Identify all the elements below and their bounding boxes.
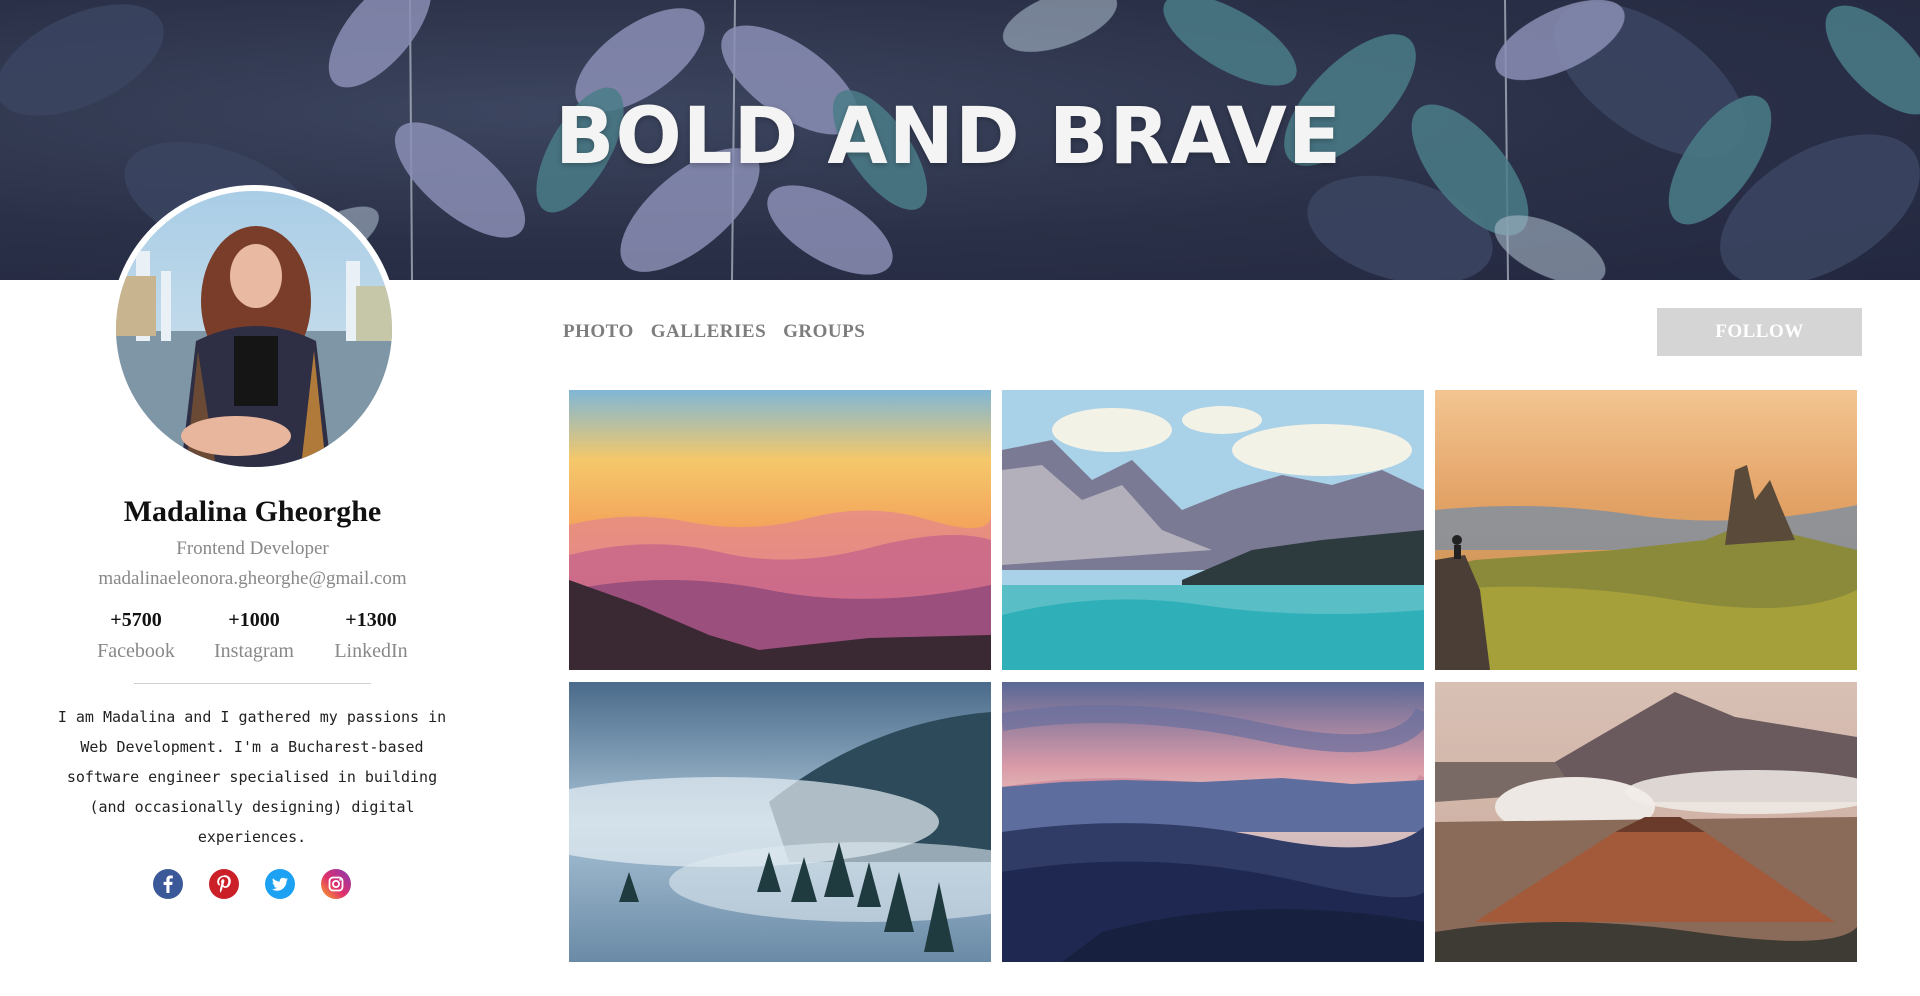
bio: I am Madalina and I gathered my passions… xyxy=(52,702,452,852)
stat-instagram: +1000 Instagram xyxy=(194,605,314,667)
bio-line: experiences. xyxy=(197,828,307,846)
profile-role: Frontend Developer xyxy=(176,538,329,559)
stat-label: Facebook xyxy=(97,640,175,662)
tab-galleries[interactable]: GALLERIES xyxy=(651,320,766,344)
social-links xyxy=(0,869,505,899)
profile-card: Madalina Gheorghe Frontend Developer mad… xyxy=(0,490,505,594)
stat-value: +5700 xyxy=(110,609,162,631)
profile-email[interactable]: madalinaeleonora.gheorghe@gmail.com xyxy=(0,564,505,594)
instagram-icon[interactable] xyxy=(321,869,351,899)
profile-tabs: PHOTO GALLERIES GROUPS xyxy=(563,320,882,350)
profile-name: Madalina Gheorghe xyxy=(123,495,382,528)
bio-line: (and occasionally designing) digital xyxy=(89,798,415,816)
bio-line: Web Development. I'm a Bucharest-based xyxy=(80,738,424,756)
stat-value: +1000 xyxy=(228,609,280,631)
pinterest-icon[interactable] xyxy=(209,869,239,899)
follow-button[interactable]: FOLLOW xyxy=(1657,308,1862,356)
stat-linkedin: +1300 LinkedIn xyxy=(311,605,431,667)
stat-label: LinkedIn xyxy=(334,640,408,662)
avatar-photo xyxy=(116,191,392,467)
gallery-photo-sunset-mountains[interactable] xyxy=(569,390,991,670)
gallery-photo-mountain-lake[interactable] xyxy=(1002,390,1424,670)
stat-value: +1300 xyxy=(345,609,397,631)
gallery-photo-foggy-forest[interactable] xyxy=(569,682,991,962)
twitter-icon[interactable] xyxy=(265,869,295,899)
tab-groups[interactable]: GROUPS xyxy=(783,320,865,344)
gallery-photo-volcano[interactable] xyxy=(1435,682,1857,962)
avatar xyxy=(110,185,398,473)
gallery-photo-desert-dunes[interactable] xyxy=(1002,682,1424,962)
stat-label: Instagram xyxy=(214,640,294,662)
bio-line: software engineer specialised in buildin… xyxy=(66,768,438,786)
banner-title: BOLD AND BRAVE xyxy=(555,92,1343,182)
tab-photo[interactable]: PHOTO xyxy=(563,320,634,344)
facebook-icon[interactable] xyxy=(153,869,183,899)
bio-line: I am Madalina and I gathered my passions… xyxy=(57,708,447,726)
divider xyxy=(134,683,371,684)
stat-facebook: +5700 Facebook xyxy=(76,605,196,667)
gallery-photo-rock-pinnacle[interactable] xyxy=(1435,390,1857,670)
